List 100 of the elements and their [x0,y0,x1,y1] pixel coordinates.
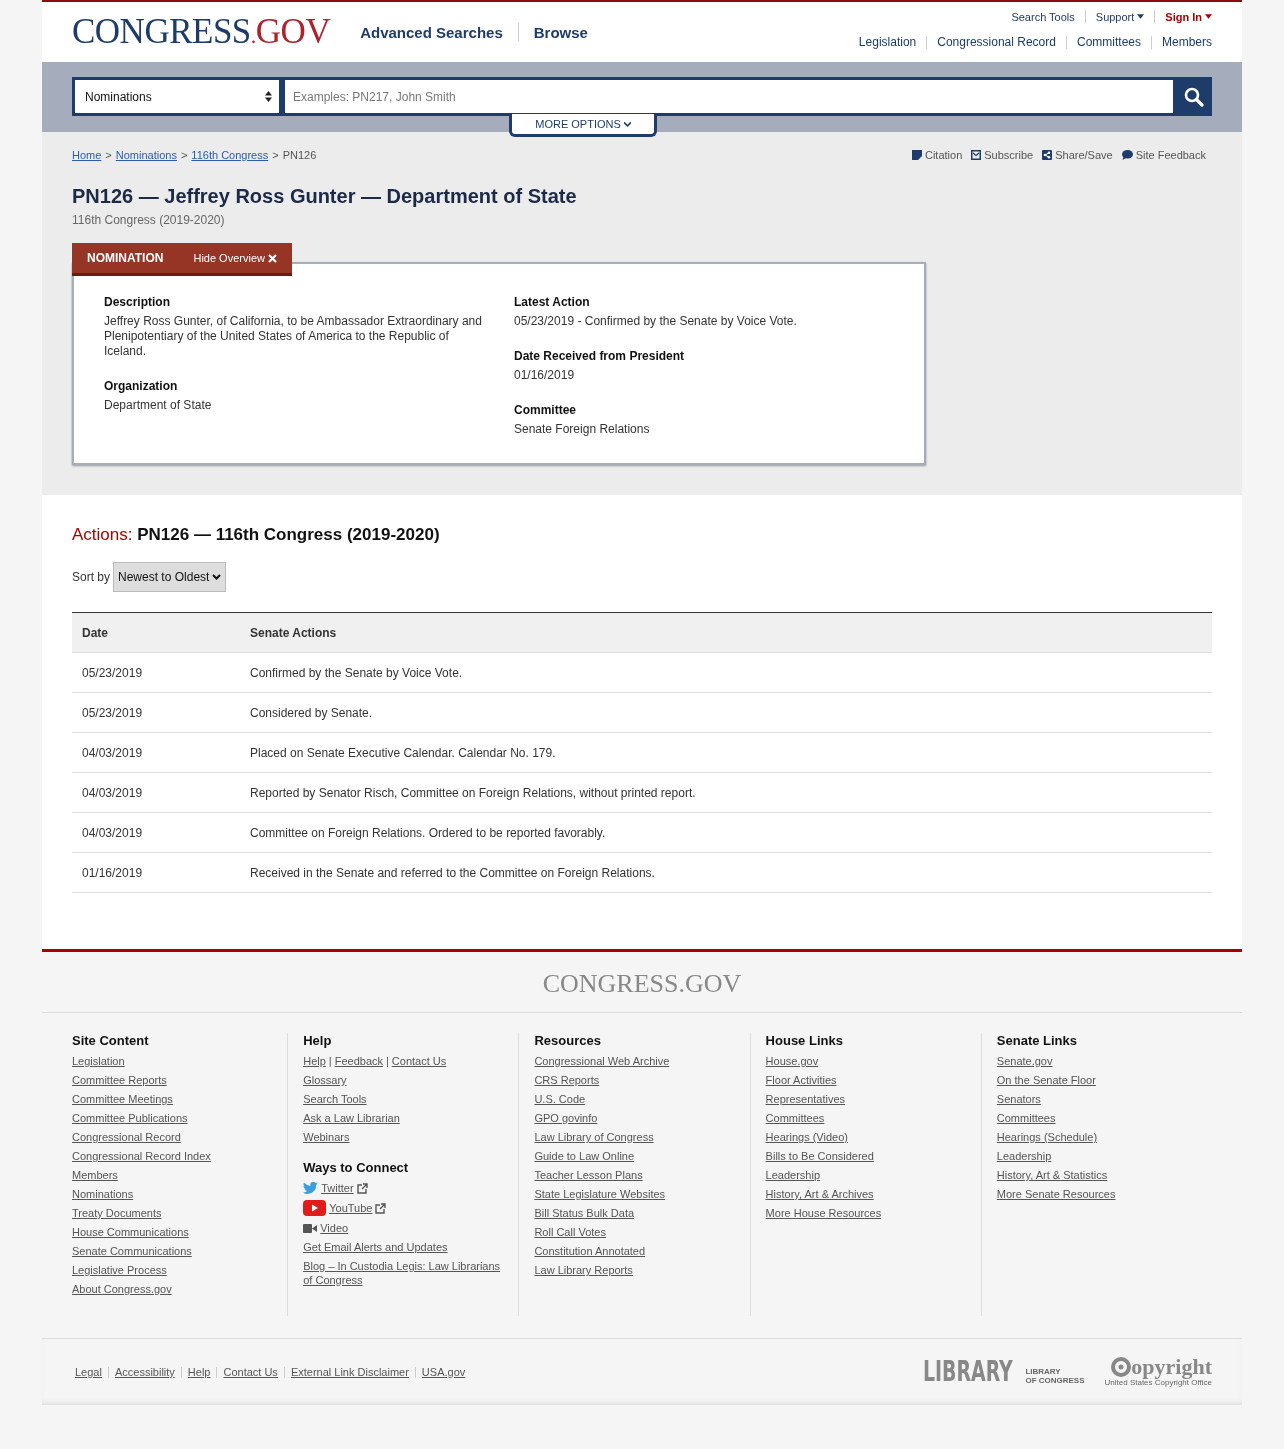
footer-link[interactable]: Hearings (Video) [765,1130,848,1144]
sort-select[interactable]: Newest to Oldest [113,562,227,592]
footer-link[interactable]: Ask a Law Librarian [303,1111,400,1125]
footer-link[interactable]: History, Art & Archives [765,1187,874,1201]
footer-link[interactable]: Help [303,1054,326,1068]
footer-link[interactable]: Contact Us [391,1054,447,1068]
scope-select[interactable]: Nominations [72,77,282,116]
footer-link[interactable]: Hearings (Schedule) [996,1130,1098,1144]
footer-link[interactable]: CRS Reports [534,1073,600,1087]
field-value: 05/23/2019 - Confirmed by the Senate by Voice Vote. [514,314,798,329]
search-button[interactable] [1176,77,1212,116]
close-icon [267,253,277,263]
footer-link[interactable]: Webinars [303,1130,350,1144]
breadcrumb-link[interactable]: 116th Congress [191,149,269,161]
footer-bottom-link[interactable]: Contact Us [223,1366,278,1378]
footer-link[interactable]: Committee Meetings [72,1092,173,1106]
footer-link[interactable]: On the Senate Floor [996,1073,1096,1087]
footer-link[interactable]: Teacher Lesson Plans [534,1168,643,1182]
footer-link[interactable]: Bill Status Bulk Data [534,1206,635,1220]
footer-bottom-link[interactable]: Help [187,1366,211,1378]
field-label: Description [104,295,171,309]
footer-link[interactable]: Senate.gov [996,1054,1053,1068]
breadcrumb-link[interactable]: Home [72,149,102,161]
nav-link[interactable]: Members [1162,35,1212,49]
footer-link[interactable]: Leadership [765,1168,821,1182]
footer-bottom-link[interactable]: External Link Disclaimer [290,1366,409,1378]
footer-link[interactable]: Feedback [334,1054,383,1068]
footer-link[interactable]: Legislation [72,1054,125,1068]
footer-link[interactable]: Law Library Reports [534,1263,633,1277]
nav-link[interactable]: Legislation [858,35,917,49]
more-options-button[interactable]: MORE OPTIONS [509,114,657,137]
table-cell: 04/03/2019 [72,812,240,853]
footer-link[interactable]: Congressional Record Index [72,1149,211,1163]
link-separator: | [386,1054,389,1068]
breadcrumb-separator: > [105,149,112,161]
footer-link[interactable]: History, Art & Statistics [996,1168,1108,1182]
footer-link[interactable]: Constitution Annotated [534,1244,646,1258]
footer-link[interactable]: Members [72,1168,118,1182]
site-logo[interactable]: CONGRESS.GOV [72,12,331,52]
footer-heading: Site Content [72,1033,150,1048]
main-nav-link[interactable]: Advanced Searches [360,23,503,41]
search-field[interactable]: Examples: PN217, John Smith [282,77,1176,116]
footer-bottom-link[interactable]: Accessibility [114,1366,175,1378]
footer-link[interactable]: More House Resources [765,1206,882,1220]
nav-link[interactable]: Congressional Record [937,35,1056,49]
footer-link[interactable]: House Communications [72,1225,189,1239]
column-header: Date [72,612,240,653]
chevron-icon [623,121,631,127]
footer-link[interactable]: Guide to Law Online [534,1149,635,1163]
footer-link[interactable]: Roll Call Votes [534,1225,606,1239]
main-nav-link[interactable]: Browse [533,23,588,41]
utility-link[interactable]: Support [1095,10,1145,23]
breadcrumb-link[interactable]: Nominations [115,149,177,161]
footer-link[interactable]: GPO govinfo [534,1111,598,1125]
page-tool-link[interactable]: Site Feedback [1121,149,1206,161]
footer-heading: Help [303,1033,333,1048]
footer-link[interactable]: State Legislature Websites [534,1187,666,1201]
footer-bottom-link[interactable]: USA.gov [421,1366,466,1378]
footer-link[interactable]: Treaty Documents [72,1206,162,1220]
footer-link[interactable]: Legislative Process [72,1263,167,1277]
footer-link[interactable]: Representatives [765,1092,846,1106]
footer-link[interactable]: Twitter [321,1181,354,1195]
footer-link[interactable]: Senators [996,1092,1041,1106]
page-subtitle: 116th Congress (2019-2020) [72,213,226,227]
nav-link[interactable]: Committees [1076,35,1141,49]
footer-link[interactable]: YouTube [329,1201,373,1215]
footer-link[interactable]: Congressional Web Archive [534,1054,670,1068]
footer-link[interactable]: House.gov [765,1054,819,1068]
table-cell: 04/03/2019 [72,732,240,773]
footer-link[interactable]: Committee Reports [72,1073,167,1087]
footer-link[interactable]: Floor Activities [765,1073,837,1087]
footer-link[interactable]: Nominations [72,1187,134,1201]
footer-link[interactable]: About Congress.gov [72,1282,172,1296]
footer-link[interactable]: Glossary [303,1073,347,1087]
page-tool-link[interactable]: Citation [911,149,963,161]
field-label: Latest Action [514,295,591,309]
footer-link[interactable]: More Senate Resources [996,1187,1116,1201]
footer-link[interactable]: Congressional Record [72,1130,181,1144]
footer-link[interactable]: Committees [765,1111,825,1125]
library-logo[interactable]: LIBRARY LIBRARY OF CONGRESS [922,1359,1085,1385]
utility-link[interactable]: Sign In [1165,10,1212,23]
footer-link[interactable]: U.S. Code [534,1092,586,1106]
copyright-logo[interactable]: opyright United States Copyright Office [1104,1357,1212,1387]
footer-link[interactable]: Senate Communications [72,1244,192,1258]
footer-link[interactable]: Committee Publications [72,1111,188,1125]
table-cell: 05/23/2019 [72,652,240,693]
footer-link[interactable]: Bills to Be Considered [765,1149,874,1163]
footer-link[interactable]: Leadership [996,1149,1052,1163]
actions-heading: Actions: PN126 — 116th Congress (2019-2020) [72,525,441,545]
footer-link[interactable]: Committees [996,1111,1056,1125]
footer-link[interactable]: Law Library of Congress [534,1130,654,1144]
hide-overview-button[interactable]: Hide Overview [193,252,277,264]
footer-bottom-link[interactable]: Legal [75,1366,102,1378]
footer-link[interactable]: Video [320,1221,349,1235]
page-tool-link[interactable]: Subscribe [971,149,1034,161]
footer-link[interactable]: Blog – In Custodia Legis: Law Librarians of Congress [303,1259,504,1287]
utility-link[interactable]: Search Tools [1011,10,1075,23]
page-tool-link[interactable]: Share/Save [1042,149,1113,161]
footer-link[interactable]: Search Tools [303,1092,367,1106]
footer-link[interactable]: Get Email Alerts and Updates [303,1240,448,1254]
